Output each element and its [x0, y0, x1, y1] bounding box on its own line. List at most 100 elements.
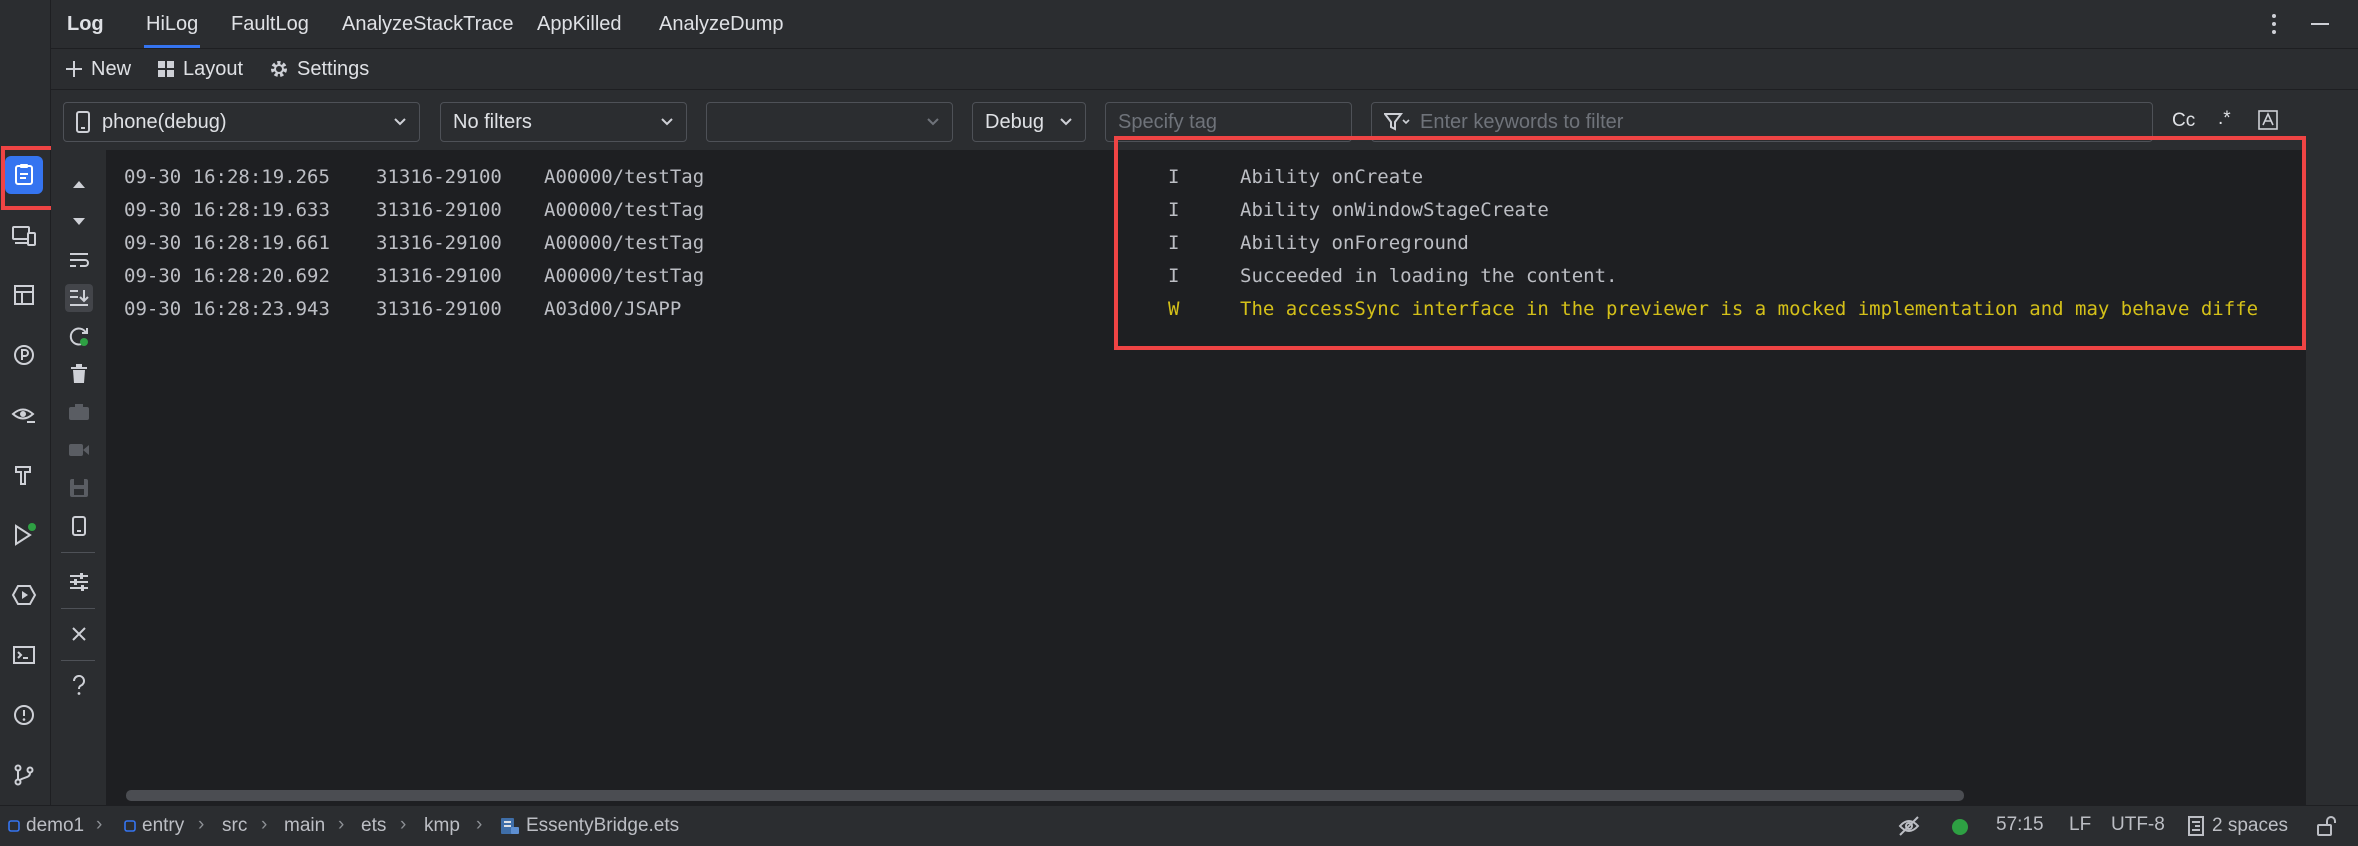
- match-case-toggle[interactable]: Cc: [2172, 110, 2195, 132]
- keyword-placeholder: Enter keywords to filter: [1420, 110, 1624, 133]
- log-toolbar: New Layout Settings: [51, 49, 2358, 90]
- log-time: 09-30 16:28:20.692: [124, 265, 330, 287]
- cursor-position[interactable]: 57:15: [1996, 814, 2044, 836]
- filter-mode-value: No filters: [453, 110, 532, 133]
- indent-doc-icon: [2188, 816, 2204, 836]
- close-icon[interactable]: [65, 620, 93, 648]
- log-tag: A00000/testTag: [544, 166, 705, 188]
- device-value: phone(debug): [102, 110, 227, 133]
- minimize-icon[interactable]: [2306, 10, 2334, 38]
- log-pid: 31316-29100: [376, 232, 502, 254]
- breadcrumb-item[interactable]: EssentyBridge.ets: [500, 806, 679, 846]
- log-side-toolbar: [51, 150, 106, 806]
- regex-toggle[interactable]: .*: [2218, 108, 2231, 130]
- device-phone-icon[interactable]: [65, 512, 93, 540]
- screen-record-icon: [65, 436, 93, 464]
- log-tag: A00000/testTag: [544, 232, 705, 254]
- side-toolbar-divider: [61, 660, 95, 661]
- tab-hilog[interactable]: HiLog: [144, 0, 201, 48]
- filter-funnel-icon: [1384, 113, 1410, 131]
- highlight-box-log-messages: [1114, 136, 2306, 350]
- side-toolbar-divider: [61, 552, 95, 553]
- horizontal-scrollbar[interactable]: [126, 790, 1964, 801]
- inspector-eye-icon[interactable]: [5, 396, 43, 434]
- device-select[interactable]: phone(debug): [63, 102, 420, 142]
- log-level-select[interactable]: Debug: [972, 102, 1086, 142]
- log-tag: A03d00/JSAPP: [544, 298, 682, 320]
- breadcrumb-item[interactable]: kmp: [424, 806, 460, 846]
- tab-faultlog[interactable]: FaultLog: [231, 0, 309, 48]
- side-toolbar-divider: [61, 608, 95, 609]
- log-time: 09-30 16:28:19.661: [124, 232, 330, 254]
- log-pid: 31316-29100: [376, 298, 502, 320]
- breadcrumb-item[interactable]: entry: [124, 806, 184, 846]
- words-toggle-icon[interactable]: [2258, 110, 2278, 130]
- status-ok-indicator[interactable]: [1952, 819, 1968, 835]
- breadcrumb-chevron-icon: ›: [96, 814, 103, 835]
- tag-placeholder: Specify tag: [1118, 110, 1217, 133]
- tool-window-header: Log HiLog FaultLog AnalyzeStackTrace App…: [51, 0, 2358, 49]
- layout-button[interactable]: Layout: [157, 49, 243, 89]
- log-pid: 31316-29100: [376, 265, 502, 287]
- breadcrumb-item[interactable]: src: [222, 806, 247, 846]
- log-time: 09-30 16:28:19.633: [124, 199, 330, 221]
- breadcrumb-chevron-icon: ›: [198, 814, 205, 835]
- log-time: 09-30 16:28:19.265: [124, 166, 330, 188]
- indent-label: 2 spaces: [2212, 815, 2289, 836]
- breadcrumb-chevron-icon: ›: [400, 814, 407, 835]
- profiler-icon[interactable]: [5, 336, 43, 374]
- filter-mode-select[interactable]: No filters: [440, 102, 687, 142]
- tab-analyze-dump[interactable]: AnalyzeDump: [659, 0, 784, 48]
- new-button[interactable]: New: [65, 49, 131, 89]
- new-label: New: [91, 57, 132, 80]
- highlight-box-log-tool: [1, 146, 55, 210]
- clear-trash-icon[interactable]: [65, 360, 93, 388]
- indent-setting[interactable]: 2 spaces: [2188, 806, 2288, 846]
- terminal-icon[interactable]: [5, 636, 43, 674]
- module-icon: [124, 820, 136, 832]
- status-bar: demo1 › entry › src › main › ets › kmp ›…: [0, 805, 2358, 846]
- settings-button[interactable]: Settings: [269, 49, 369, 89]
- services-icon[interactable]: [5, 576, 43, 614]
- log-tag: A00000/testTag: [544, 265, 705, 287]
- more-options-icon[interactable]: [2260, 10, 2288, 38]
- problems-icon[interactable]: [5, 696, 43, 734]
- save-icon: [65, 474, 93, 502]
- lock-icon[interactable]: [2316, 815, 2338, 837]
- version-control-icon[interactable]: [5, 756, 43, 794]
- tool-window-title: Log: [67, 12, 104, 35]
- tab-analyze-stack-trace[interactable]: AnalyzeStackTrace: [342, 0, 514, 48]
- breadcrumb-chevron-icon: ›: [338, 814, 345, 835]
- gear-icon: [271, 61, 287, 77]
- scroll-to-end-icon[interactable]: [65, 284, 93, 312]
- activity-bar: [0, 0, 51, 806]
- build-hammer-icon[interactable]: [5, 456, 43, 494]
- breadcrumb-item[interactable]: main: [284, 806, 325, 846]
- breadcrumb-chevron-icon: ›: [476, 814, 483, 835]
- breadcrumb-item[interactable]: demo1: [8, 806, 84, 846]
- chevron-down-icon: [927, 118, 939, 126]
- layout-inspector-icon[interactable]: [5, 276, 43, 314]
- file-encoding[interactable]: UTF-8: [2111, 814, 2165, 836]
- breadcrumb-label: EssentyBridge.ets: [526, 815, 680, 836]
- process-select[interactable]: [706, 102, 953, 142]
- scroll-up-icon[interactable]: [65, 170, 93, 198]
- log-tag: A00000/testTag: [544, 199, 705, 221]
- right-edge-strip: [2306, 150, 2358, 806]
- settings-label: Settings: [297, 57, 370, 80]
- help-icon[interactable]: [65, 672, 93, 700]
- scroll-down-icon[interactable]: [65, 208, 93, 236]
- log-pid: 31316-29100: [376, 166, 502, 188]
- tab-app-killed[interactable]: AppKilled: [537, 0, 622, 48]
- chevron-down-icon: [661, 118, 673, 126]
- phone-icon: [76, 111, 90, 133]
- device-manager-icon[interactable]: [5, 216, 43, 254]
- run-icon[interactable]: [5, 516, 43, 554]
- soft-wrap-icon[interactable]: [65, 246, 93, 274]
- chevron-down-icon: [1060, 118, 1072, 126]
- line-ending[interactable]: LF: [2069, 814, 2091, 836]
- restart-icon[interactable]: [65, 322, 93, 350]
- breadcrumb-item[interactable]: ets: [361, 806, 386, 846]
- filter-settings-icon[interactable]: [65, 568, 93, 596]
- read-only-eye-icon[interactable]: [1897, 815, 1921, 837]
